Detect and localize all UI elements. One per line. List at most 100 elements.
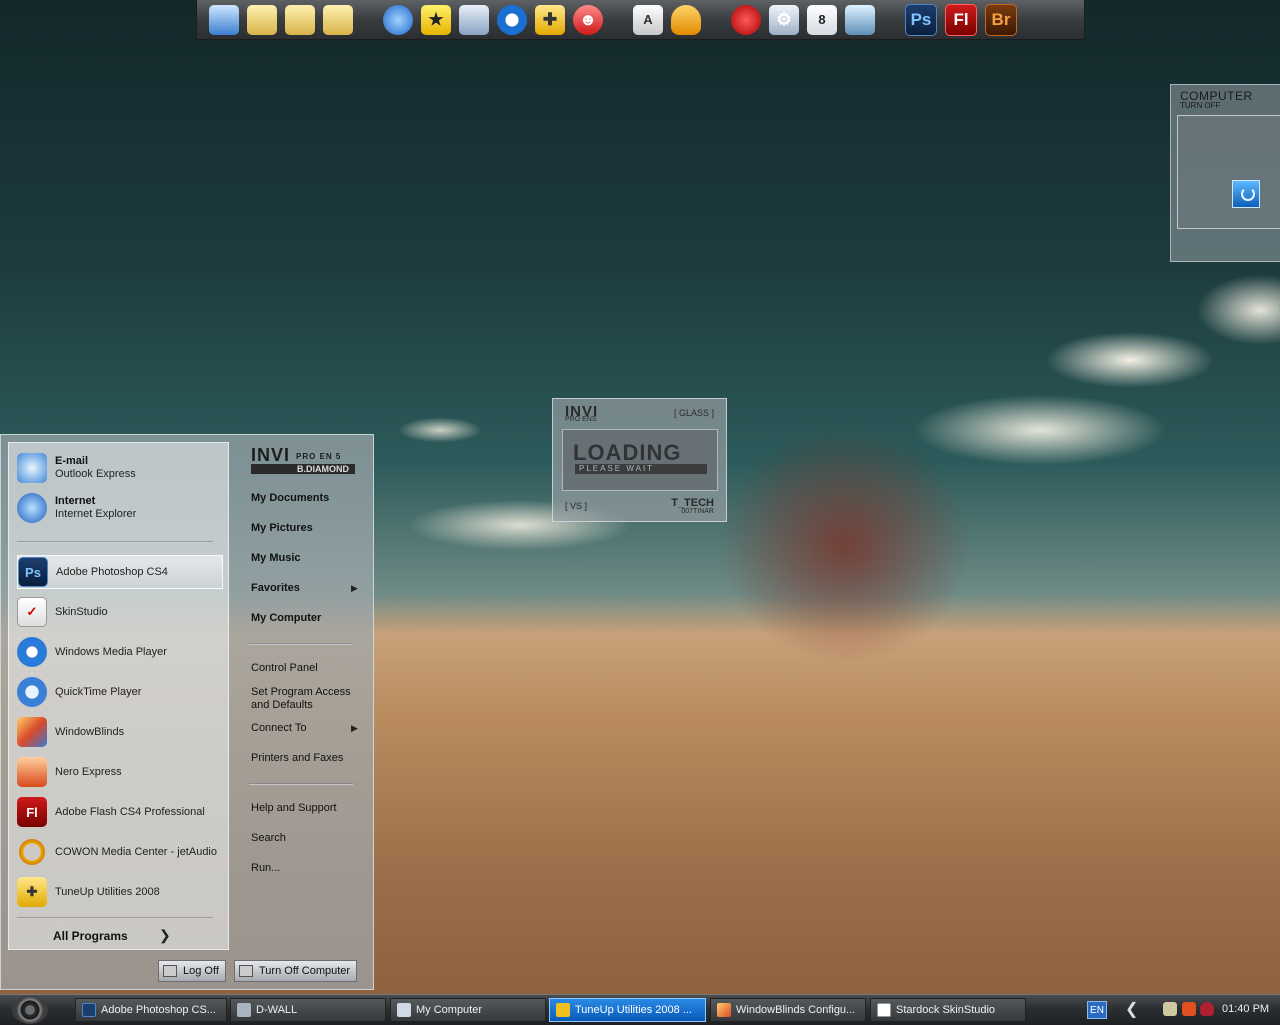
program-jetaudio[interactable]: COWON Media Center - jetAudio	[17, 835, 223, 869]
taskbar-button-label: WindowBlinds Configu...	[736, 1004, 856, 1016]
dwall-icon	[237, 1003, 251, 1017]
menu-my-pictures[interactable]: My Pictures	[251, 522, 313, 535]
folder-tools-icon[interactable]	[323, 4, 353, 35]
program-adobe-flash[interactable]: Fl Adobe Flash CS4 Professional	[17, 795, 223, 829]
skinstudio-icon	[877, 1003, 891, 1017]
jetaudio-icon	[17, 837, 47, 867]
taskbar-button-dwall[interactable]: D-WALL	[230, 998, 386, 1022]
computer-icon	[397, 1003, 411, 1017]
yahoo-messenger-icon[interactable]: ☻	[573, 4, 603, 35]
taskbar-button-tuneup[interactable]: TuneUp Utilities 2008 ...	[549, 998, 706, 1022]
tuneup-icon[interactable]: ✚	[535, 4, 565, 35]
program-windowblinds[interactable]: WindowBlinds	[17, 715, 223, 749]
pinned-subtitle: Internet Explorer	[55, 508, 137, 520]
log-off-button[interactable]: Log Off	[158, 960, 226, 982]
program-label: SkinStudio	[55, 606, 108, 618]
chevron-left-icon[interactable]: ❮	[1125, 999, 1138, 1019]
pinned-internet[interactable]: Internet Internet Explorer	[17, 491, 223, 525]
windowblinds-icon	[17, 717, 47, 747]
menu-set-program-access[interactable]: Set Program Access and Defaults	[251, 686, 355, 712]
top-dock: ★ ✚ ☻ A ⚙ 8 Ps Fl Br	[196, 0, 1085, 40]
taskbar-button-my-computer[interactable]: My Computer	[390, 998, 546, 1022]
internet-explorer-icon[interactable]	[383, 4, 413, 35]
menu-search[interactable]: Search	[251, 832, 286, 845]
program-nero-express[interactable]: Nero Express	[17, 755, 223, 789]
code-label: 007TINAR	[681, 508, 714, 515]
tuneup-icon	[556, 1003, 570, 1017]
submenu-arrow-icon: ▶	[351, 723, 358, 733]
pinned-title: Internet	[55, 495, 96, 507]
folder-icon[interactable]	[247, 4, 277, 35]
pinned-email[interactable]: E-mail Outlook Express	[17, 451, 223, 485]
menu-my-computer[interactable]: My Computer	[251, 612, 321, 625]
menu-run[interactable]: Run...	[251, 862, 280, 875]
start-menu: E-mail Outlook Express Internet Internet…	[0, 434, 374, 990]
network-icon[interactable]	[459, 4, 489, 35]
windows-media-player-icon	[17, 637, 47, 667]
all-programs-button[interactable]: All Programs	[53, 929, 128, 943]
logo-main: INVI PRO EN 5	[251, 445, 341, 466]
program-windows-media-player[interactable]: Windows Media Player	[17, 635, 223, 669]
taskbar-button-label: Adobe Photoshop CS...	[101, 1004, 216, 1016]
start-menu-logo: INVI PRO EN 5 B.DIAMOND	[251, 445, 361, 477]
skinstudio-icon: ✓	[17, 597, 47, 627]
log-off-icon	[163, 965, 177, 977]
folder-open-icon[interactable]	[285, 4, 315, 35]
clock[interactable]: 01:40 PM	[1222, 1003, 1269, 1015]
widget-logo-sub: PRO ENS	[565, 416, 597, 423]
outlook-express-icon	[17, 453, 47, 483]
taskbar-button-photoshop[interactable]: Adobe Photoshop CS...	[75, 998, 227, 1022]
menu-control-panel[interactable]: Control Panel	[251, 662, 318, 675]
ladybug-icon[interactable]	[731, 4, 761, 35]
widget-subtitle: TURN OFF	[1180, 101, 1221, 110]
internet-explorer-icon	[17, 493, 47, 523]
menu-help-support[interactable]: Help and Support	[251, 802, 337, 815]
menu-printers-faxes[interactable]: Printers and Faxes	[251, 752, 343, 765]
helmet-icon[interactable]	[671, 4, 701, 35]
program-tuneup[interactable]: ✚ TuneUp Utilities 2008	[17, 875, 223, 909]
tuneup-icon: ✚	[17, 877, 47, 907]
aim-icon[interactable]: ★	[421, 4, 451, 35]
log-off-label: Log Off	[183, 965, 219, 977]
photoshop-icon	[82, 1003, 96, 1017]
program-label: TuneUp Utilities 2008	[55, 886, 160, 898]
bridge-icon[interactable]: Br	[985, 3, 1017, 36]
menu-favorites[interactable]: Favorites	[251, 582, 300, 595]
menu-connect-to[interactable]: Connect To	[251, 722, 306, 735]
menu-my-documents[interactable]: My Documents	[251, 492, 329, 505]
monitor-icon[interactable]	[209, 4, 239, 35]
logo-sub: B.DIAMOND	[251, 464, 355, 474]
taskbar-button-label: D-WALL	[256, 1004, 298, 1016]
power-icon[interactable]	[1232, 180, 1260, 208]
program-label: WindowBlinds	[55, 726, 125, 738]
pinned-title: E-mail	[55, 455, 89, 467]
tray-firewall-icon[interactable]	[1182, 1002, 1196, 1016]
calendar-icon[interactable]: 8	[807, 4, 837, 35]
taskbar-button-skinstudio[interactable]: Stardock SkinStudio	[870, 998, 1026, 1022]
loading-widget: INVI PRO ENS [ GLASS ] LOADING PLEASE WA…	[552, 398, 727, 522]
program-quicktime[interactable]: QuickTime Player	[17, 675, 223, 709]
photoshop-icon[interactable]: Ps	[905, 3, 937, 36]
media-player-icon[interactable]	[497, 4, 527, 35]
database-icon[interactable]	[845, 4, 875, 35]
tray-shield-icon[interactable]	[1200, 1002, 1214, 1016]
start-button[interactable]	[12, 996, 48, 1024]
gears-icon[interactable]: ⚙	[769, 4, 799, 35]
taskbar: Adobe Photoshop CS... D-WALL My Computer…	[0, 994, 1280, 1025]
please-wait-text: PLEASE WAIT	[575, 464, 707, 474]
program-skinstudio[interactable]: ✓ SkinStudio	[17, 595, 223, 629]
photoshop-icon: Ps	[18, 557, 48, 587]
separator	[17, 541, 213, 543]
program-label: Adobe Photoshop CS4	[56, 566, 168, 578]
tray-network-icon[interactable]	[1163, 1002, 1177, 1016]
flash-icon[interactable]: Fl	[945, 3, 977, 36]
glass-label: [ GLASS ]	[673, 408, 714, 418]
chevron-right-icon[interactable]: ❯	[159, 927, 171, 944]
program-adobe-photoshop[interactable]: Ps Adobe Photoshop CS4	[17, 555, 223, 589]
turn-off-button[interactable]: Turn Off Computer	[234, 960, 358, 982]
dictionary-icon[interactable]: A	[633, 4, 663, 35]
taskbar-button-windowblinds[interactable]: WindowBlinds Configu...	[710, 998, 866, 1022]
pinned-subtitle: Outlook Express	[55, 468, 136, 480]
menu-my-music[interactable]: My Music	[251, 552, 301, 565]
language-indicator[interactable]: EN	[1087, 1001, 1107, 1019]
